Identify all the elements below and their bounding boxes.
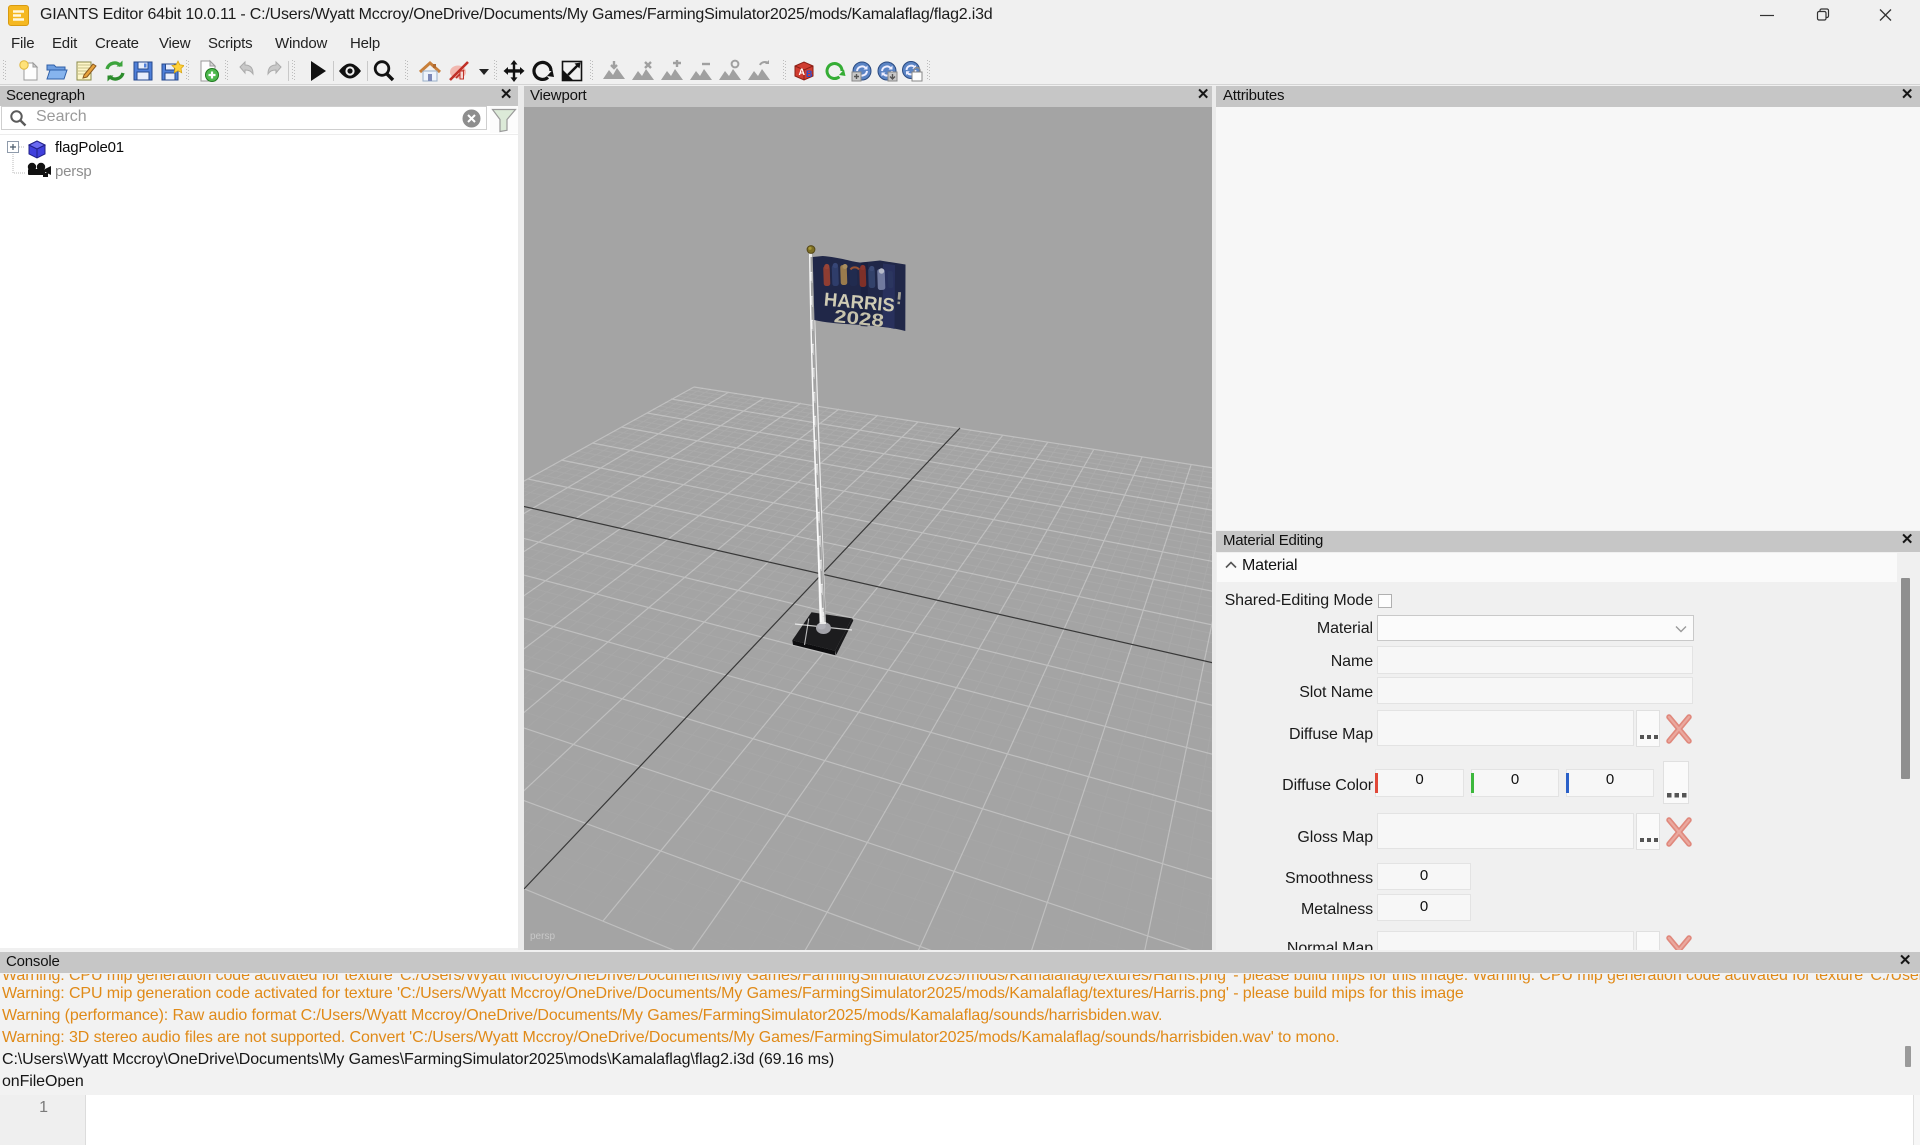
svg-text:A: A bbox=[799, 67, 806, 77]
svg-text:B: B bbox=[806, 69, 813, 79]
svg-text:persp: persp bbox=[530, 931, 555, 942]
